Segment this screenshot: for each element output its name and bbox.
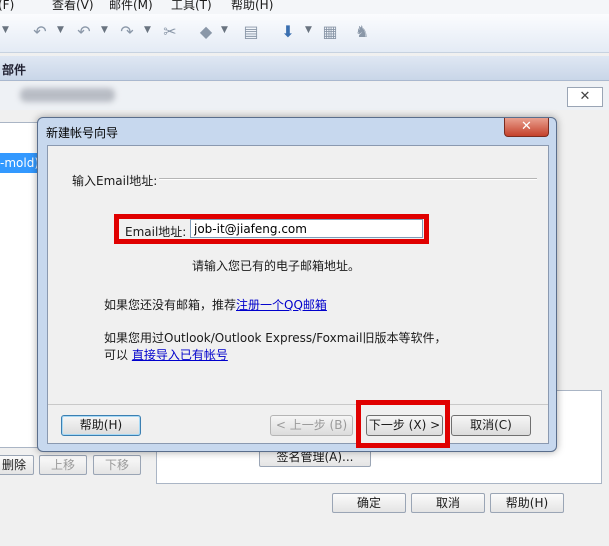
chevron-down-icon[interactable]: ▼ <box>221 25 228 35</box>
dialog-body: 输入Email地址: Email地址: 请输入您已有的电子邮箱地址。 如果您还没… <box>47 145 549 444</box>
address-book-icon[interactable]: ▦ <box>320 22 340 42</box>
prev-button[interactable]: < 上一步 (B) <box>270 415 353 436</box>
toolbar: ▼ ↶ ▼ ↶ ▼ ↷ ▼ ✂ ◆ ▼ ▤ ⬇ ▼ ▦ ♞ <box>0 14 609 53</box>
menu-bar: 文件(F) 查看(V) 邮件(M) 工具(T) 帮助(H) <box>0 0 609 14</box>
button-divider <box>48 404 548 405</box>
delete-button[interactable]: 删除 <box>0 455 34 475</box>
move-up-button[interactable]: 上移 <box>39 455 87 475</box>
register-qq-mail-link[interactable]: 注册一个QQ邮箱 <box>236 298 327 312</box>
no-email-prefix: 如果您还没有邮箱，推荐 <box>104 298 237 312</box>
panel-header: 部件 <box>0 56 609 81</box>
email-highlight-box <box>114 214 429 244</box>
dialog-title: 新建帐号向导 <box>46 126 119 140</box>
import-prefix: 可以 <box>104 348 129 362</box>
reply-icon[interactable]: ↶ <box>30 22 50 42</box>
download-icon[interactable]: ⬇ <box>278 22 298 42</box>
import-text: 如果您用过Outlook/Outlook Express/Foxmail旧版本等… <box>104 331 447 345</box>
chevron-down-icon[interactable]: ▼ <box>57 25 64 35</box>
spam-icon[interactable]: ♞ <box>352 22 372 42</box>
reply-all-icon[interactable]: ↶ <box>74 22 94 42</box>
close-icon[interactable]: ✕ <box>567 87 603 107</box>
tag-icon[interactable]: ◆ <box>196 22 216 42</box>
menu-tools[interactable]: 工具(T) <box>171 0 212 13</box>
menu-file[interactable]: 文件(F) <box>0 0 14 13</box>
chevron-down-icon[interactable]: ▼ <box>305 25 312 35</box>
no-email-text: 如果您还没有邮箱，推荐注册一个QQ邮箱 <box>104 296 327 313</box>
delete-icon[interactable]: ✂ <box>160 22 180 42</box>
help-button[interactable]: 帮助(H) <box>490 493 564 513</box>
account-strip <box>0 82 609 110</box>
move-down-button[interactable]: 下移 <box>93 455 141 475</box>
blurred-text <box>20 88 115 102</box>
forward-icon[interactable]: ↷ <box>117 22 137 42</box>
menu-mail[interactable]: 邮件(M) <box>109 0 153 13</box>
cancel-button[interactable]: 取消 <box>411 493 485 513</box>
import-account-link[interactable]: 直接导入已有帐号 <box>132 348 228 362</box>
next-highlight-box <box>356 400 450 448</box>
print-icon[interactable]: ▤ <box>241 22 261 42</box>
close-icon[interactable]: ✕ <box>504 118 549 137</box>
ok-button[interactable]: 确定 <box>332 493 406 513</box>
menu-help[interactable]: 帮助(H) <box>231 0 273 13</box>
section-divider <box>159 178 537 180</box>
new-account-wizard-dialog: 新建帐号向导 ✕ 输入Email地址: Email地址: 请输入您已有的电子邮箱… <box>37 117 557 452</box>
panel-title: 部件 <box>2 63 27 77</box>
section-label: 输入Email地址: <box>72 174 158 188</box>
chevron-down-icon[interactable]: ▼ <box>101 25 108 35</box>
chevron-down-icon[interactable]: ▼ <box>2 25 9 35</box>
chevron-down-icon[interactable]: ▼ <box>144 25 151 35</box>
help-button[interactable]: 帮助(H) <box>61 415 141 436</box>
menu-view[interactable]: 查看(V) <box>52 0 94 13</box>
cancel-button[interactable]: 取消(C) <box>451 415 531 436</box>
email-hint: 请输入您已有的电子邮箱地址。 <box>192 259 361 273</box>
import-text-line2: 可以 直接导入已有帐号 <box>104 346 228 363</box>
